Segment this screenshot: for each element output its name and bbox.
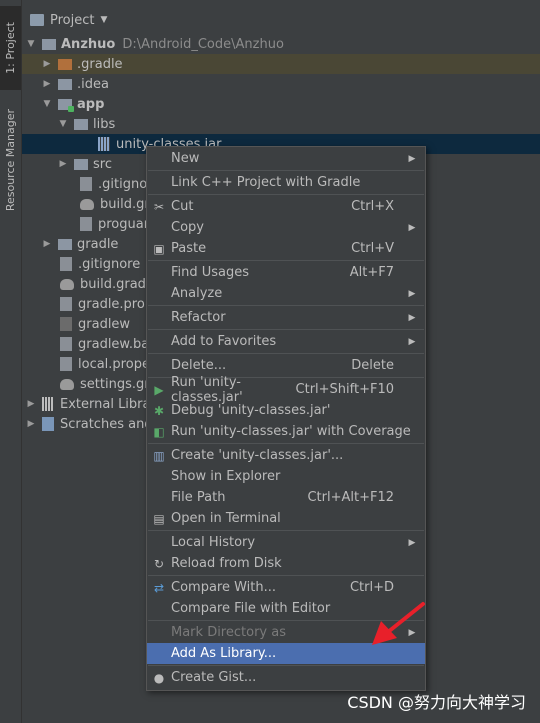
watermark: CSDN @努力向大神学习 [347, 693, 526, 712]
annotation-arrow-icon [372, 602, 425, 645]
